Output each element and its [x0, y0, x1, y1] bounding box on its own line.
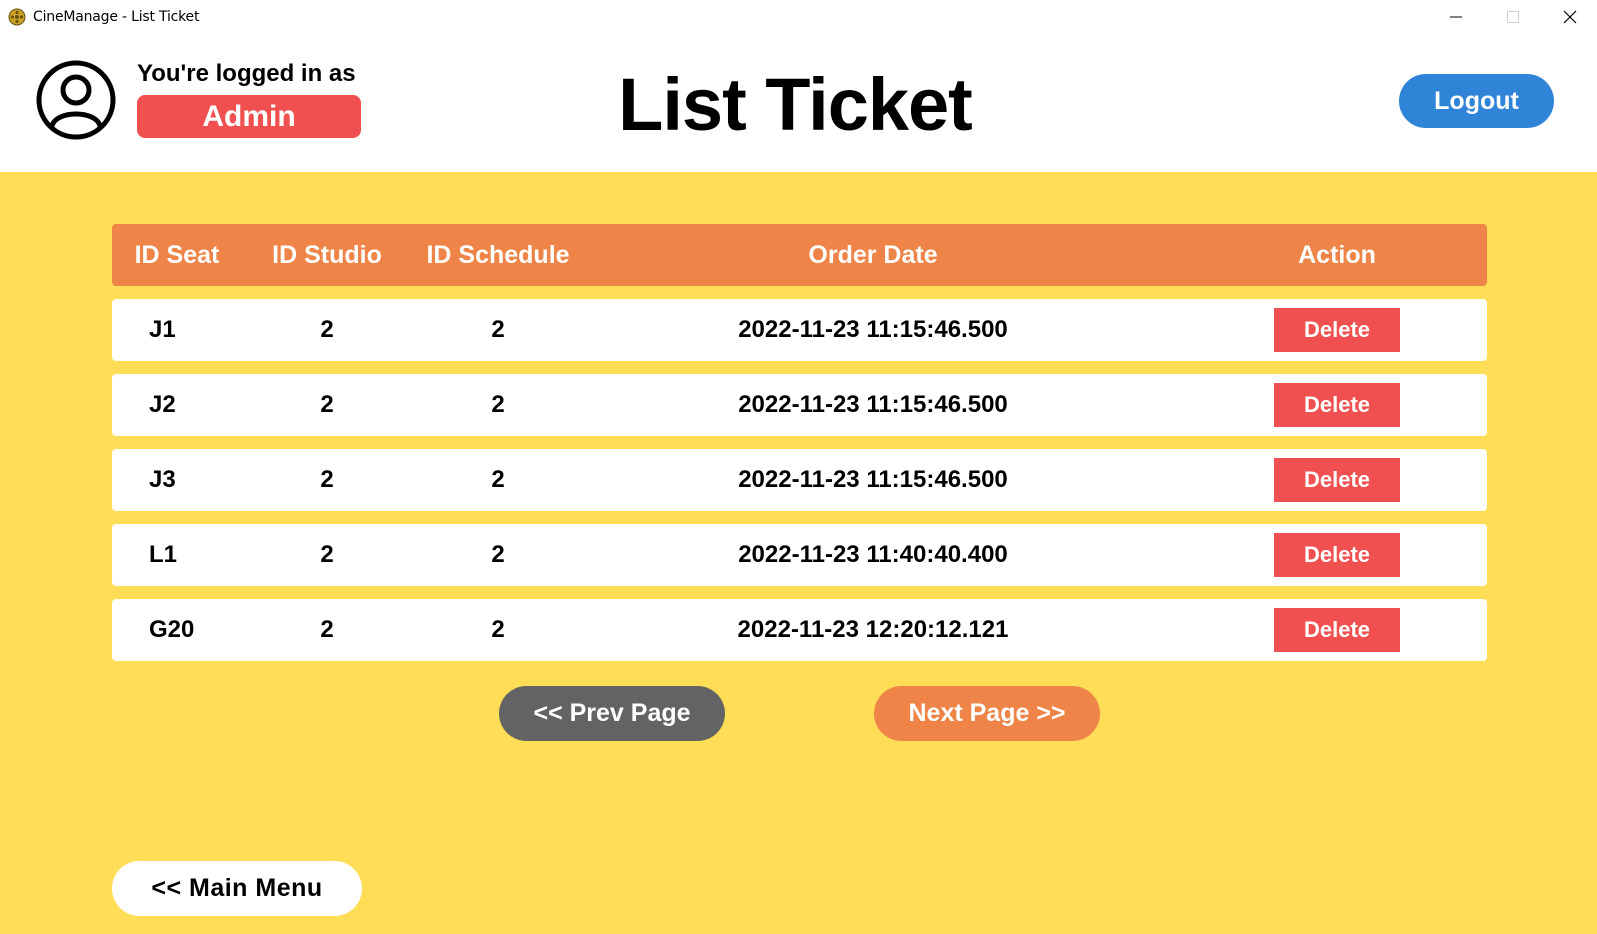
- cell-id-seat: J2: [149, 391, 176, 418]
- cell-id-studio: 2: [320, 466, 334, 493]
- delete-button[interactable]: Delete: [1274, 458, 1400, 502]
- cell-id-studio: 2: [320, 541, 334, 568]
- window-titlebar: CineManage - List Ticket: [0, 0, 1597, 34]
- column-header-id-seat: ID Seat: [134, 241, 220, 269]
- cell-id-schedule: 2: [491, 466, 505, 493]
- table-header: ID Seat ID Studio ID Schedule Order Date…: [112, 224, 1487, 286]
- close-window-button[interactable]: [1550, 4, 1590, 30]
- logged-in-label: You're logged in as: [137, 60, 356, 87]
- app-header: You're logged in as Admin List Ticket Lo…: [0, 34, 1597, 172]
- minimize-button[interactable]: [1436, 4, 1476, 30]
- main-content: ID Seat ID Studio ID Schedule Order Date…: [0, 172, 1597, 934]
- table-row: J3 2 2 2022-11-23 11:15:46.500 Delete: [112, 449, 1487, 511]
- table-row: J1 2 2 2022-11-23 11:15:46.500 Delete: [112, 299, 1487, 361]
- cell-id-studio: 2: [320, 616, 334, 643]
- window-title: CineManage - List Ticket: [33, 9, 200, 25]
- table-row: J2 2 2 2022-11-23 11:15:46.500 Delete: [112, 374, 1487, 436]
- table-row: L1 2 2 2022-11-23 11:40:40.400 Delete: [112, 524, 1487, 586]
- column-header-order-date: Order Date: [808, 241, 938, 269]
- cell-order-date: 2022-11-23 11:15:46.500: [738, 316, 1008, 343]
- cell-id-schedule: 2: [491, 391, 505, 418]
- cell-order-date: 2022-11-23 11:15:46.500: [738, 391, 1008, 418]
- cell-id-seat: J1: [149, 316, 176, 343]
- delete-button[interactable]: Delete: [1274, 383, 1400, 427]
- delete-button[interactable]: Delete: [1274, 308, 1400, 352]
- user-circle-icon: [36, 60, 116, 140]
- column-header-id-schedule: ID Schedule: [426, 241, 570, 269]
- cell-order-date: 2022-11-23 12:20:12.121: [737, 616, 1009, 643]
- cell-id-studio: 2: [320, 391, 334, 418]
- cell-order-date: 2022-11-23 11:15:46.500: [738, 466, 1008, 493]
- column-header-action: Action: [1298, 241, 1376, 269]
- cell-id-schedule: 2: [491, 316, 505, 343]
- cell-id-seat: J3: [149, 466, 176, 493]
- next-page-button[interactable]: Next Page >>: [874, 686, 1100, 741]
- maximize-button[interactable]: [1493, 4, 1533, 30]
- film-reel-icon: [8, 8, 26, 26]
- table-row: G20 2 2 2022-11-23 12:20:12.121 Delete: [112, 599, 1487, 661]
- page-title: List Ticket: [618, 63, 973, 146]
- main-menu-button[interactable]: << Main Menu: [112, 861, 362, 916]
- prev-page-button[interactable]: << Prev Page: [499, 686, 725, 741]
- cell-order-date: 2022-11-23 11:40:40.400: [738, 541, 1008, 568]
- cell-id-studio: 2: [320, 316, 334, 343]
- column-header-id-studio: ID Studio: [272, 241, 382, 269]
- cell-id-seat: G20: [149, 616, 195, 643]
- delete-button[interactable]: Delete: [1274, 608, 1400, 652]
- delete-button[interactable]: Delete: [1274, 533, 1400, 577]
- cell-id-schedule: 2: [491, 616, 505, 643]
- cell-id-seat: L1: [149, 541, 178, 568]
- role-badge: Admin: [137, 95, 361, 138]
- cell-id-schedule: 2: [491, 541, 505, 568]
- logout-button[interactable]: Logout: [1399, 74, 1554, 128]
